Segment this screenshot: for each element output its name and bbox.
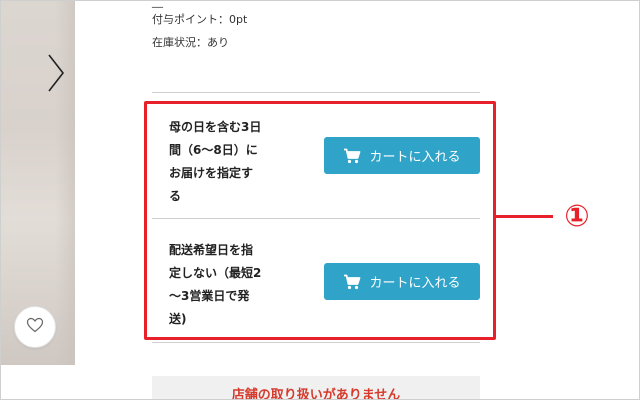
cut-off-info-line: __ [152, 0, 163, 8]
product-page: __ 付与ポイント：0pt 在庫状況：あり 母の日を含む3日 間（6〜8日）に … [0, 0, 640, 400]
heart-icon [26, 317, 44, 337]
callout-number: ① [564, 199, 590, 234]
stock-status: 在庫状況：あり [152, 36, 229, 49]
callout-line [493, 215, 553, 218]
points-info: 付与ポイント：0pt [152, 13, 248, 26]
divider [152, 342, 480, 343]
store-availability-notice: 店舗の取り扱いがありません [152, 376, 480, 399]
divider [152, 92, 480, 93]
favorite-button[interactable] [14, 306, 56, 348]
highlight-box [144, 101, 496, 340]
chevron-right-icon[interactable] [45, 53, 67, 93]
